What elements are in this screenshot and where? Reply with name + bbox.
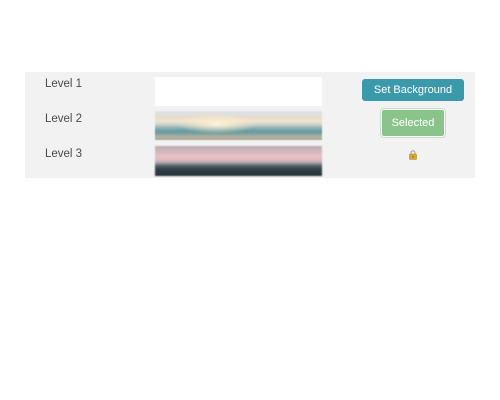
level-background-panel: Level 1 Set Background Level 2 Selected … — [25, 72, 475, 178]
level-row-2: Level 2 Selected — [25, 107, 475, 141]
level-row-1: Level 1 Set Background — [25, 72, 475, 106]
set-background-button[interactable]: Set Background — [362, 79, 464, 101]
level-label: Level 2 — [45, 113, 83, 125]
background-preview-level-3 — [155, 146, 322, 176]
background-preview-level-1 — [155, 77, 322, 106]
background-preview-level-2 — [155, 111, 322, 140]
level-row-3: Level 3 — [25, 142, 475, 176]
level-label: Level 3 — [45, 148, 83, 160]
lock-icon — [409, 150, 417, 160]
selected-button[interactable]: Selected — [381, 109, 445, 137]
level-label: Level 1 — [45, 78, 83, 90]
